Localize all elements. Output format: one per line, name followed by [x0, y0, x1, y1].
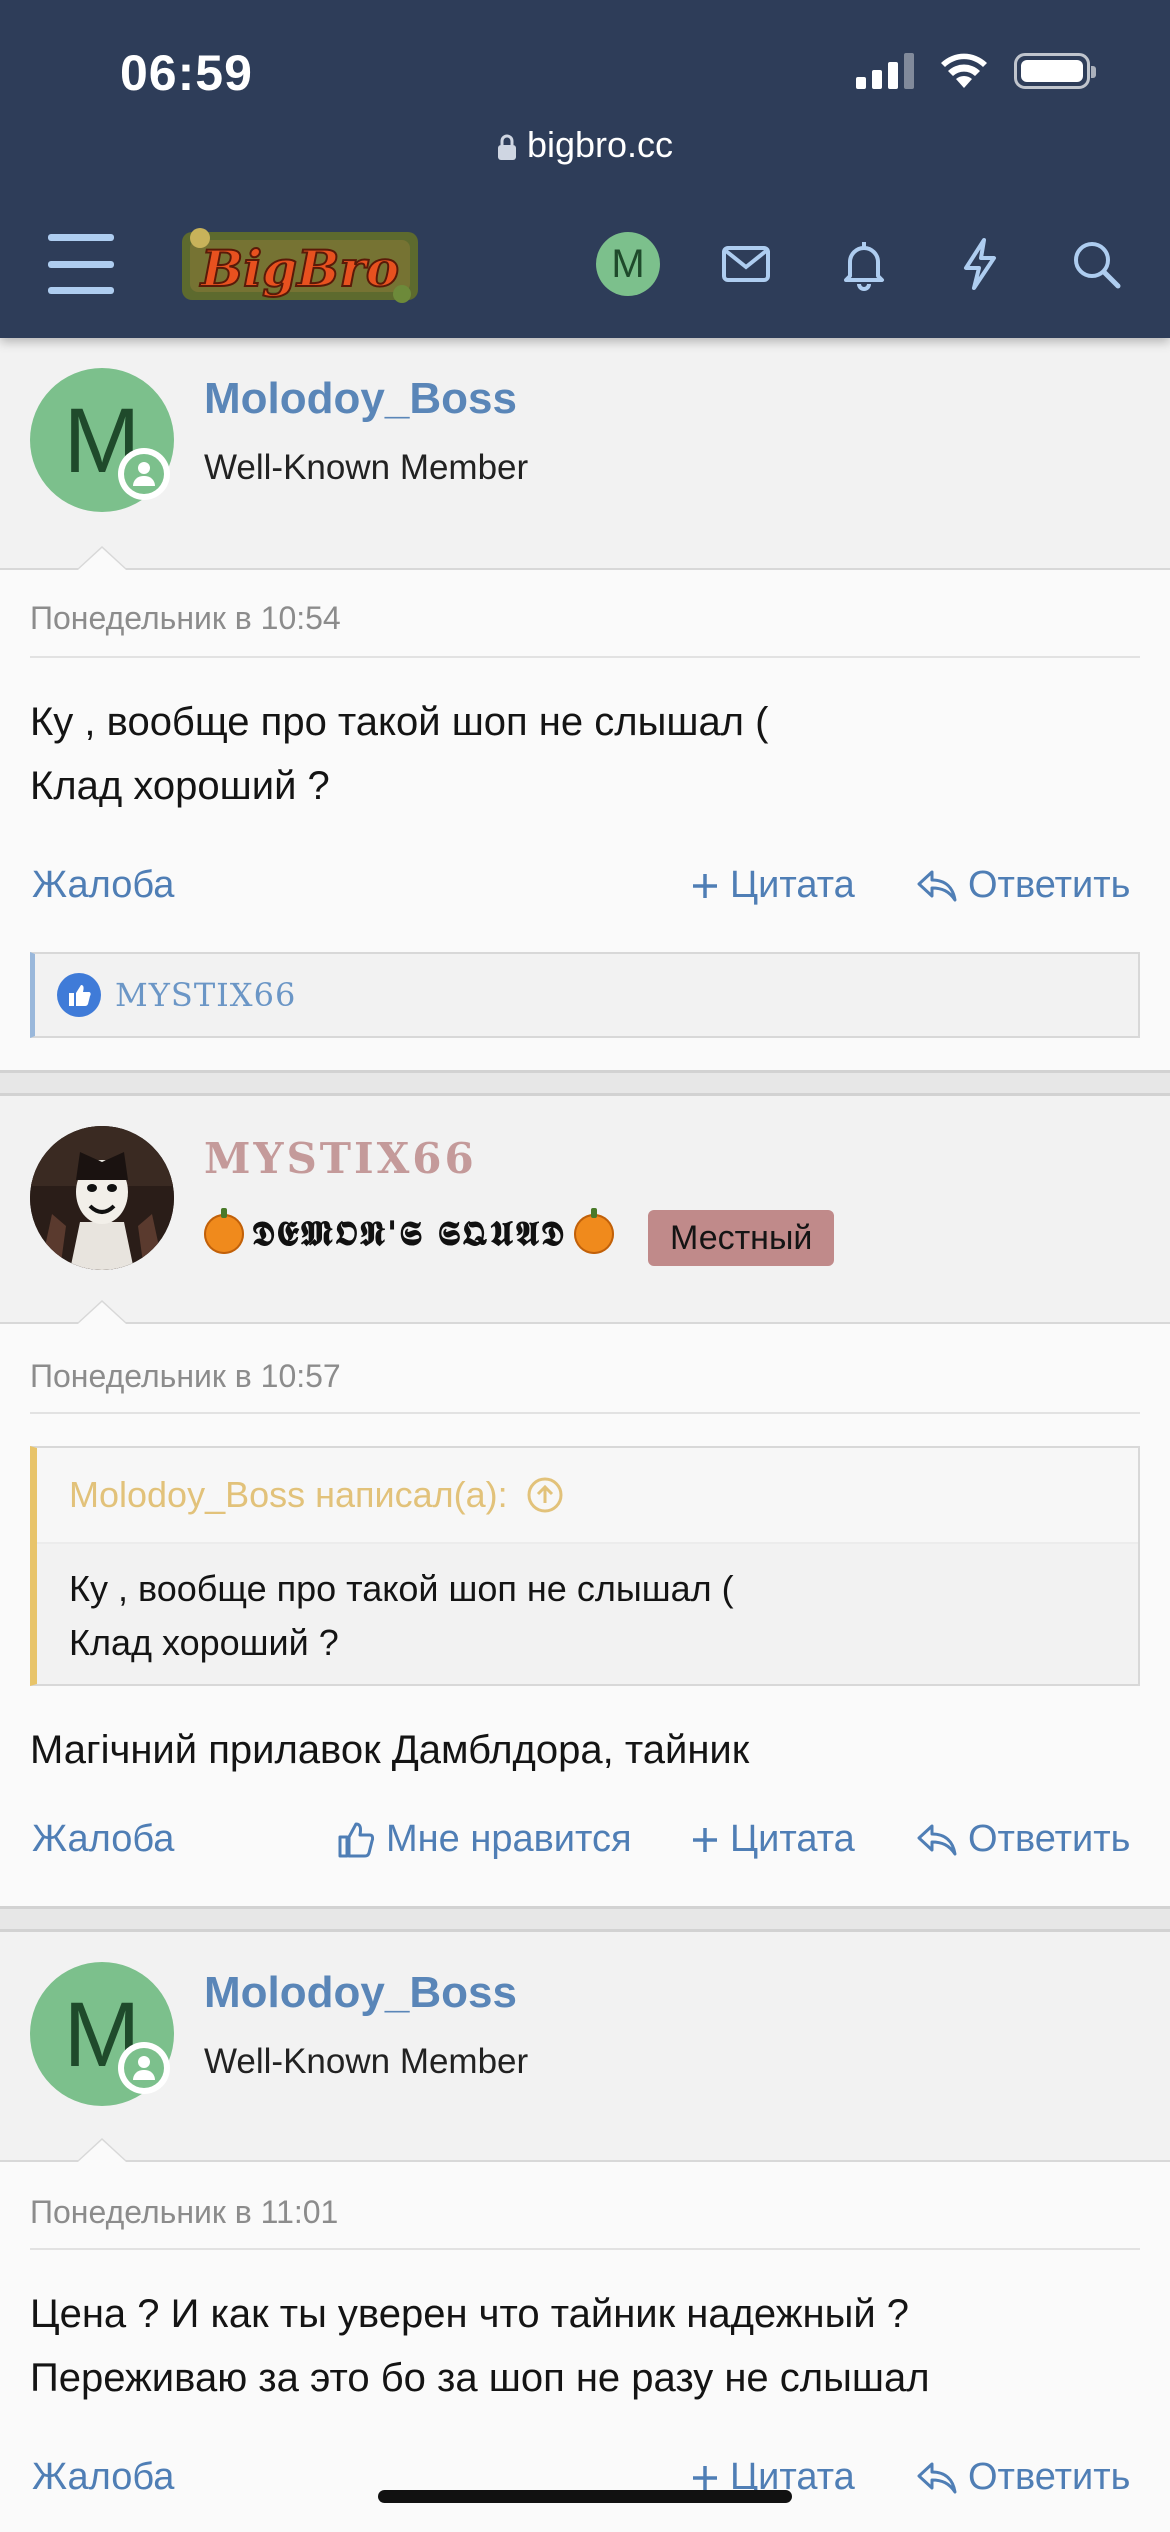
user-title: Well-Known Member — [204, 448, 529, 487]
site-logo[interactable]: BigBro — [170, 210, 430, 320]
status-time: 06:59 — [120, 45, 253, 101]
forum-nav: BigBro M — [0, 200, 1170, 330]
username-link[interactable]: Molodoy_Boss — [204, 1968, 517, 2018]
quote-text: Ку , вообще про такой шоп не слышал ( Кл… — [69, 1568, 734, 1663]
pumpkin-icon — [204, 1208, 244, 1254]
post-message: Цена ? И как ты уверен что тайник надежн… — [30, 2292, 930, 2400]
like-link[interactable]: Мне нравится — [336, 1818, 632, 1861]
post: MYSTIX66 𝕯𝕰𝕸𝕺𝕹'𝕾 𝕾𝕼𝖀𝕬𝕯 Местный Понедельн… — [0, 1096, 1170, 1906]
thumbs-up-icon — [57, 973, 101, 1017]
address-bar[interactable]: bigbro.cc — [0, 124, 1170, 166]
user-banner-badge: Местный — [648, 1210, 835, 1266]
battery-icon — [1014, 53, 1096, 89]
lock-icon — [497, 135, 516, 161]
menu-icon[interactable] — [48, 234, 114, 294]
report-link[interactable]: Жалоба — [32, 2456, 174, 2499]
post-date[interactable]: Понедельник в 11:01 — [30, 2194, 338, 2231]
quote-link[interactable]: Цитата — [690, 1818, 855, 1861]
post: M Molodoy_Boss Well-Known Member Понедел… — [0, 1932, 1170, 2532]
post: M Molodoy_Boss Well-Known Member Понедел… — [0, 338, 1170, 1070]
thumbs-up-icon — [338, 1822, 375, 1857]
reply-icon — [917, 2462, 957, 2493]
user-avatar[interactable]: M — [596, 232, 660, 296]
post-message: Ку , вообще про такой шоп не слышал ( Кл… — [30, 700, 769, 808]
user-title: Well-Known Member — [204, 2042, 529, 2081]
url-text: bigbro.cc — [526, 124, 674, 165]
bell-icon[interactable] — [836, 236, 892, 292]
home-indicator[interactable] — [378, 2490, 792, 2503]
cell-signal-icon — [856, 53, 914, 89]
reply-icon — [917, 1824, 957, 1855]
post-user-header: M Molodoy_Boss Well-Known Member — [0, 338, 1170, 570]
online-status-icon — [118, 2042, 170, 2094]
online-status-icon — [118, 448, 170, 500]
quote-link[interactable]: Цитата — [690, 864, 855, 907]
search-icon[interactable] — [1068, 236, 1124, 292]
reply-link[interactable]: Ответить — [916, 1818, 1130, 1861]
lightning-icon[interactable] — [952, 236, 1008, 292]
post-date[interactable]: Понедельник в 10:54 — [30, 600, 341, 637]
likes-names[interactable]: MYSTIX66 — [115, 976, 296, 1014]
status-icons — [856, 52, 1096, 90]
reply-link[interactable]: Ответить — [916, 864, 1130, 907]
user-title: 𝕯𝕰𝕸𝕺𝕹'𝕾 𝕾𝕼𝖀𝕬𝕯 — [204, 1208, 614, 1254]
report-link[interactable]: Жалоба — [32, 864, 174, 907]
post-user-header: MYSTIX66 𝕯𝕰𝕸𝕺𝕹'𝕾 𝕾𝕼𝖀𝕬𝕯 Местный — [0, 1096, 1170, 1324]
mail-icon[interactable] — [718, 236, 774, 292]
arrow-up-circle-icon[interactable] — [526, 1476, 564, 1514]
plus-icon — [693, 873, 717, 898]
avatar[interactable] — [30, 1126, 174, 1270]
post-message: Магічний прилавок Дамблдора, тайник — [30, 1728, 750, 1772]
username-link[interactable]: Molodoy_Boss — [204, 374, 517, 424]
username-link[interactable]: MYSTIX66 — [204, 1134, 477, 1183]
pumpkin-icon — [573, 1208, 614, 1254]
reply-link[interactable]: Ответить — [916, 2456, 1130, 2499]
app-header: 06:59 bigbro.cc BigBro M — [0, 0, 1170, 338]
post-user-header: M Molodoy_Boss Well-Known Member — [0, 1932, 1170, 2162]
report-link[interactable]: Жалоба — [32, 1818, 174, 1861]
post-date[interactable]: Понедельник в 10:57 — [30, 1358, 341, 1395]
quote-author[interactable]: Molodoy_Boss написал(а): — [37, 1448, 1138, 1544]
wifi-icon — [941, 53, 987, 88]
reply-icon — [917, 870, 957, 901]
likes-bar[interactable]: MYSTIX66 — [30, 952, 1140, 1038]
quote-block: Molodoy_Boss написал(а): Ку , вообще про… — [30, 1446, 1140, 1686]
plus-icon — [693, 1827, 717, 1852]
logo-text: BigBro — [199, 239, 399, 298]
plus-icon — [693, 2465, 717, 2490]
